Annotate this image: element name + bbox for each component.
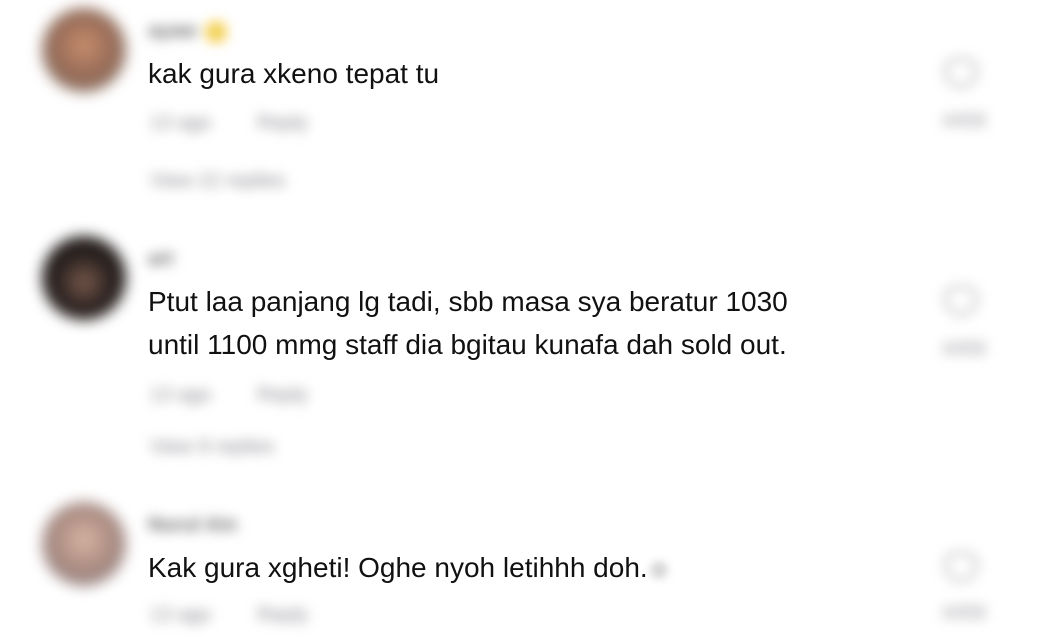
comment-meta: 13 ago Reply — [150, 112, 354, 135]
heart-icon[interactable] — [944, 286, 978, 316]
comment-text: Kak gura xgheti! Oghe nyoh letihhh doh. — [148, 546, 668, 589]
comment-meta: 13 ago Reply — [150, 604, 354, 627]
comment-time: 13 ago — [150, 112, 212, 134]
reply-button[interactable]: Reply — [257, 384, 308, 406]
comment-username[interactable]: art — [148, 248, 174, 272]
comment-time: 13 ago — [150, 384, 212, 406]
heart-icon[interactable] — [944, 552, 978, 582]
avatar[interactable] — [42, 502, 126, 586]
heart-icon[interactable] — [944, 58, 978, 88]
comment-text: kak gura xkeno tepat tu — [148, 58, 440, 89]
like-count: 4456 — [941, 602, 987, 624]
comment-text-line-1: Ptut laa panjang lg tadi, sbb masa sya b… — [148, 286, 788, 317]
reply-button[interactable]: Reply — [257, 604, 308, 626]
like-count: 4456 — [941, 110, 987, 132]
view-replies-button[interactable]: View 22 replies — [150, 170, 285, 193]
comment-username[interactable]: ayaw — [148, 20, 227, 44]
blurred-emoji-icon — [649, 560, 668, 579]
like-count: 4456 — [941, 338, 987, 360]
comment-meta: 13 ago Reply — [150, 384, 354, 407]
comment-time: 13 ago — [150, 604, 212, 626]
comment-username[interactable]: Nurul Ain — [148, 514, 237, 538]
view-replies-button[interactable]: View 9 replies — [150, 436, 274, 459]
avatar[interactable] — [42, 8, 126, 92]
emoji-icon — [204, 20, 227, 43]
reply-button[interactable]: Reply — [257, 112, 308, 134]
avatar[interactable] — [42, 236, 126, 320]
comment-text-line-2: until 1100 mmg staff dia bgitau kunafa d… — [148, 329, 787, 360]
